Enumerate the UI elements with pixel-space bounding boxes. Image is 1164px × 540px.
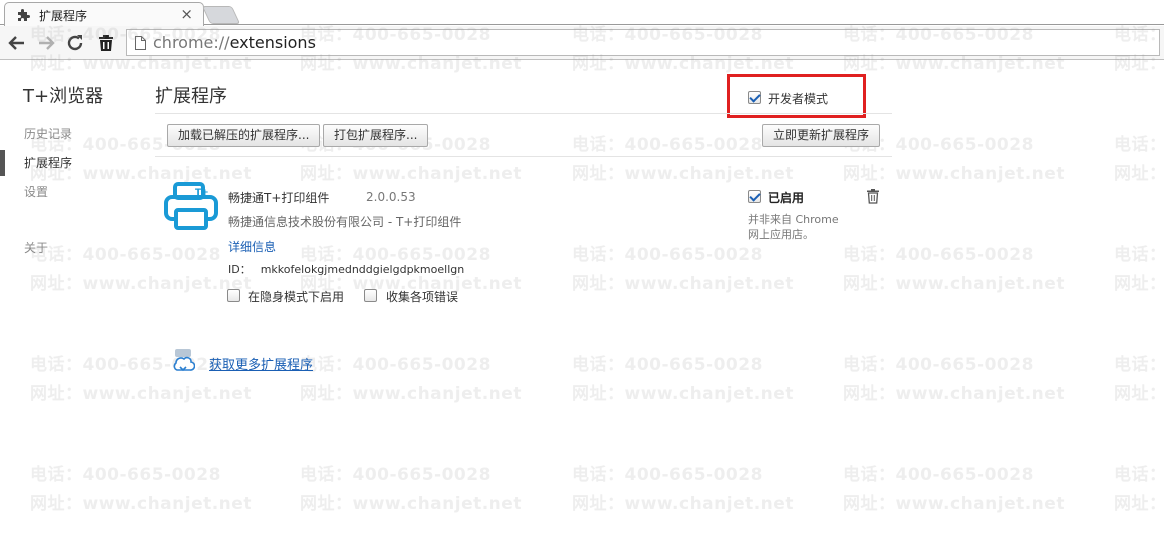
- watermark-phone: 电话：400-665-0028: [1114, 245, 1164, 265]
- developer-mode-label: 开发者模式: [768, 92, 829, 106]
- watermark-site: 网址：www.chanjet.net: [30, 274, 252, 294]
- watermark-site: 网址：www.chanjet.net: [572, 494, 794, 514]
- sidebar-item-history[interactable]: 历史记录: [24, 125, 72, 142]
- watermark-site: 网址：www.chanjet.net: [572, 164, 794, 184]
- page-title: 扩展程序: [155, 86, 227, 107]
- tab-strip: 扩展程序 ×: [0, 0, 1164, 26]
- new-tab-button[interactable]: [201, 6, 241, 24]
- extension-id-label: ID：: [228, 263, 251, 276]
- trash-icon[interactable]: [95, 32, 117, 54]
- load-unpacked-button[interactable]: 加载已解压的扩展程序...: [167, 124, 321, 147]
- watermark-phone: 电话：400-665-0028: [1114, 135, 1164, 155]
- watermark-site: 网址：www.chanjet.net: [1114, 164, 1164, 184]
- watermark-phone: 电话：400-665-0028: [843, 355, 1034, 375]
- watermark-site: 网址：www.chanjet.net: [300, 384, 522, 404]
- enabled-checkbox[interactable]: [748, 190, 761, 203]
- enabled-label: 已启用: [768, 191, 805, 205]
- watermark-phone: 电话：400-665-0028: [1114, 465, 1164, 485]
- watermark-phone: 电话：400-665-0028: [572, 135, 763, 155]
- watermark-site: 网址：www.chanjet.net: [1114, 274, 1164, 294]
- watermark-site: 网址：www.chanjet.net: [572, 384, 794, 404]
- url-scheme: chrome://: [153, 33, 230, 52]
- watermark-phone: 电话：400-665-0028: [30, 245, 221, 265]
- watermark-phone: 电话：400-665-0028: [572, 355, 763, 375]
- sidebar-active-marker: [0, 150, 5, 176]
- arrow-right-icon[interactable]: [35, 32, 57, 54]
- extension-details-link[interactable]: 详细信息: [228, 238, 276, 255]
- toolbar: chrome://extensions: [0, 26, 1164, 60]
- developer-mode-checkbox[interactable]: [748, 91, 761, 104]
- collect-errors-checkbox[interactable]: [364, 289, 377, 302]
- watermark-site: 网址：www.chanjet.net: [1114, 384, 1164, 404]
- tab-close-icon[interactable]: ×: [180, 5, 193, 23]
- watermark-site: 网址：www.chanjet.net: [300, 494, 522, 514]
- watermark-site: 网址：www.chanjet.net: [843, 384, 1065, 404]
- toolbar-divider: [155, 156, 892, 157]
- sidebar-item-extensions[interactable]: 扩展程序: [24, 154, 72, 171]
- collect-errors-label: 收集各项错误: [386, 290, 459, 304]
- watermark-site: 网址：www.chanjet.net: [843, 494, 1065, 514]
- reload-icon[interactable]: [64, 32, 86, 54]
- watermark-phone: 电话：400-665-0028: [843, 245, 1034, 265]
- sidebar-item-about[interactable]: 关于: [24, 239, 48, 256]
- extension-name: 畅捷通T+打印组件: [228, 191, 330, 205]
- watermark-site: 网址：www.chanjet.net: [843, 274, 1065, 294]
- remove-extension-icon[interactable]: [866, 188, 880, 204]
- watermark-phone: 电话：400-665-0028: [1114, 355, 1164, 375]
- extension-id: ID： mkkofelokgjmednddgielgdpkmoellgn: [228, 261, 464, 277]
- watermark-phone: 电话：400-665-0028: [572, 245, 763, 265]
- svg-text:T+: T+: [195, 188, 209, 198]
- watermark-phone: 电话：400-665-0028: [300, 465, 491, 485]
- puzzle-icon: [18, 9, 30, 21]
- watermark-site: 网址：www.chanjet.net: [572, 274, 794, 294]
- watermark-site: 网址：www.chanjet.net: [1114, 494, 1164, 514]
- extension-id-value: mkkofelokgjmednddgielgdpkmoellgn: [260, 263, 465, 276]
- url-path: extensions: [229, 33, 316, 52]
- watermark-site: 网址：www.chanjet.net: [30, 494, 252, 514]
- watermark-phone: 电话：400-665-0028: [572, 465, 763, 485]
- arrow-left-icon[interactable]: [6, 32, 28, 54]
- sidebar-item-settings[interactable]: 设置: [24, 183, 48, 200]
- watermark-phone: 电话：400-665-0028: [300, 355, 491, 375]
- watermark-site: 网址：www.chanjet.net: [843, 164, 1065, 184]
- address-text: chrome://extensions: [153, 33, 316, 52]
- watermark-phone: 电话：400-665-0028: [843, 465, 1034, 485]
- not-from-store-note: 并非来自 Chrome 网上应用店。: [748, 212, 839, 242]
- not-from-store-line1: 并非来自 Chrome: [748, 213, 839, 226]
- not-from-store-line2: 网上应用店。: [748, 228, 814, 241]
- get-more-extensions-link[interactable]: 获取更多扩展程序: [209, 354, 313, 373]
- watermark-phone: 电话：400-665-0028: [30, 465, 221, 485]
- extension-version: 2.0.0.53: [366, 190, 416, 204]
- address-bar[interactable]: chrome://extensions: [126, 29, 1160, 56]
- sidebar-title: T+浏览器: [23, 86, 104, 107]
- printer-icon: T+: [164, 182, 218, 230]
- tab-title: 扩展程序: [39, 9, 88, 23]
- update-extensions-button[interactable]: 立即更新扩展程序: [762, 124, 881, 147]
- watermark-site: 网址：www.chanjet.net: [300, 164, 522, 184]
- pack-extension-button[interactable]: 打包扩展程序...: [323, 124, 429, 147]
- watermark-site: 网址：www.chanjet.net: [30, 384, 252, 404]
- extension-description: 畅捷通信息技术股份有限公司 - T+打印组件: [228, 215, 462, 229]
- incognito-label: 在隐身模式下启用: [248, 290, 345, 304]
- incognito-checkbox[interactable]: [227, 289, 240, 302]
- web-store-icon: [173, 349, 195, 372]
- page-icon: [135, 36, 146, 50]
- header-divider: [155, 113, 892, 114]
- tab-extensions[interactable]: 扩展程序 ×: [4, 2, 204, 26]
